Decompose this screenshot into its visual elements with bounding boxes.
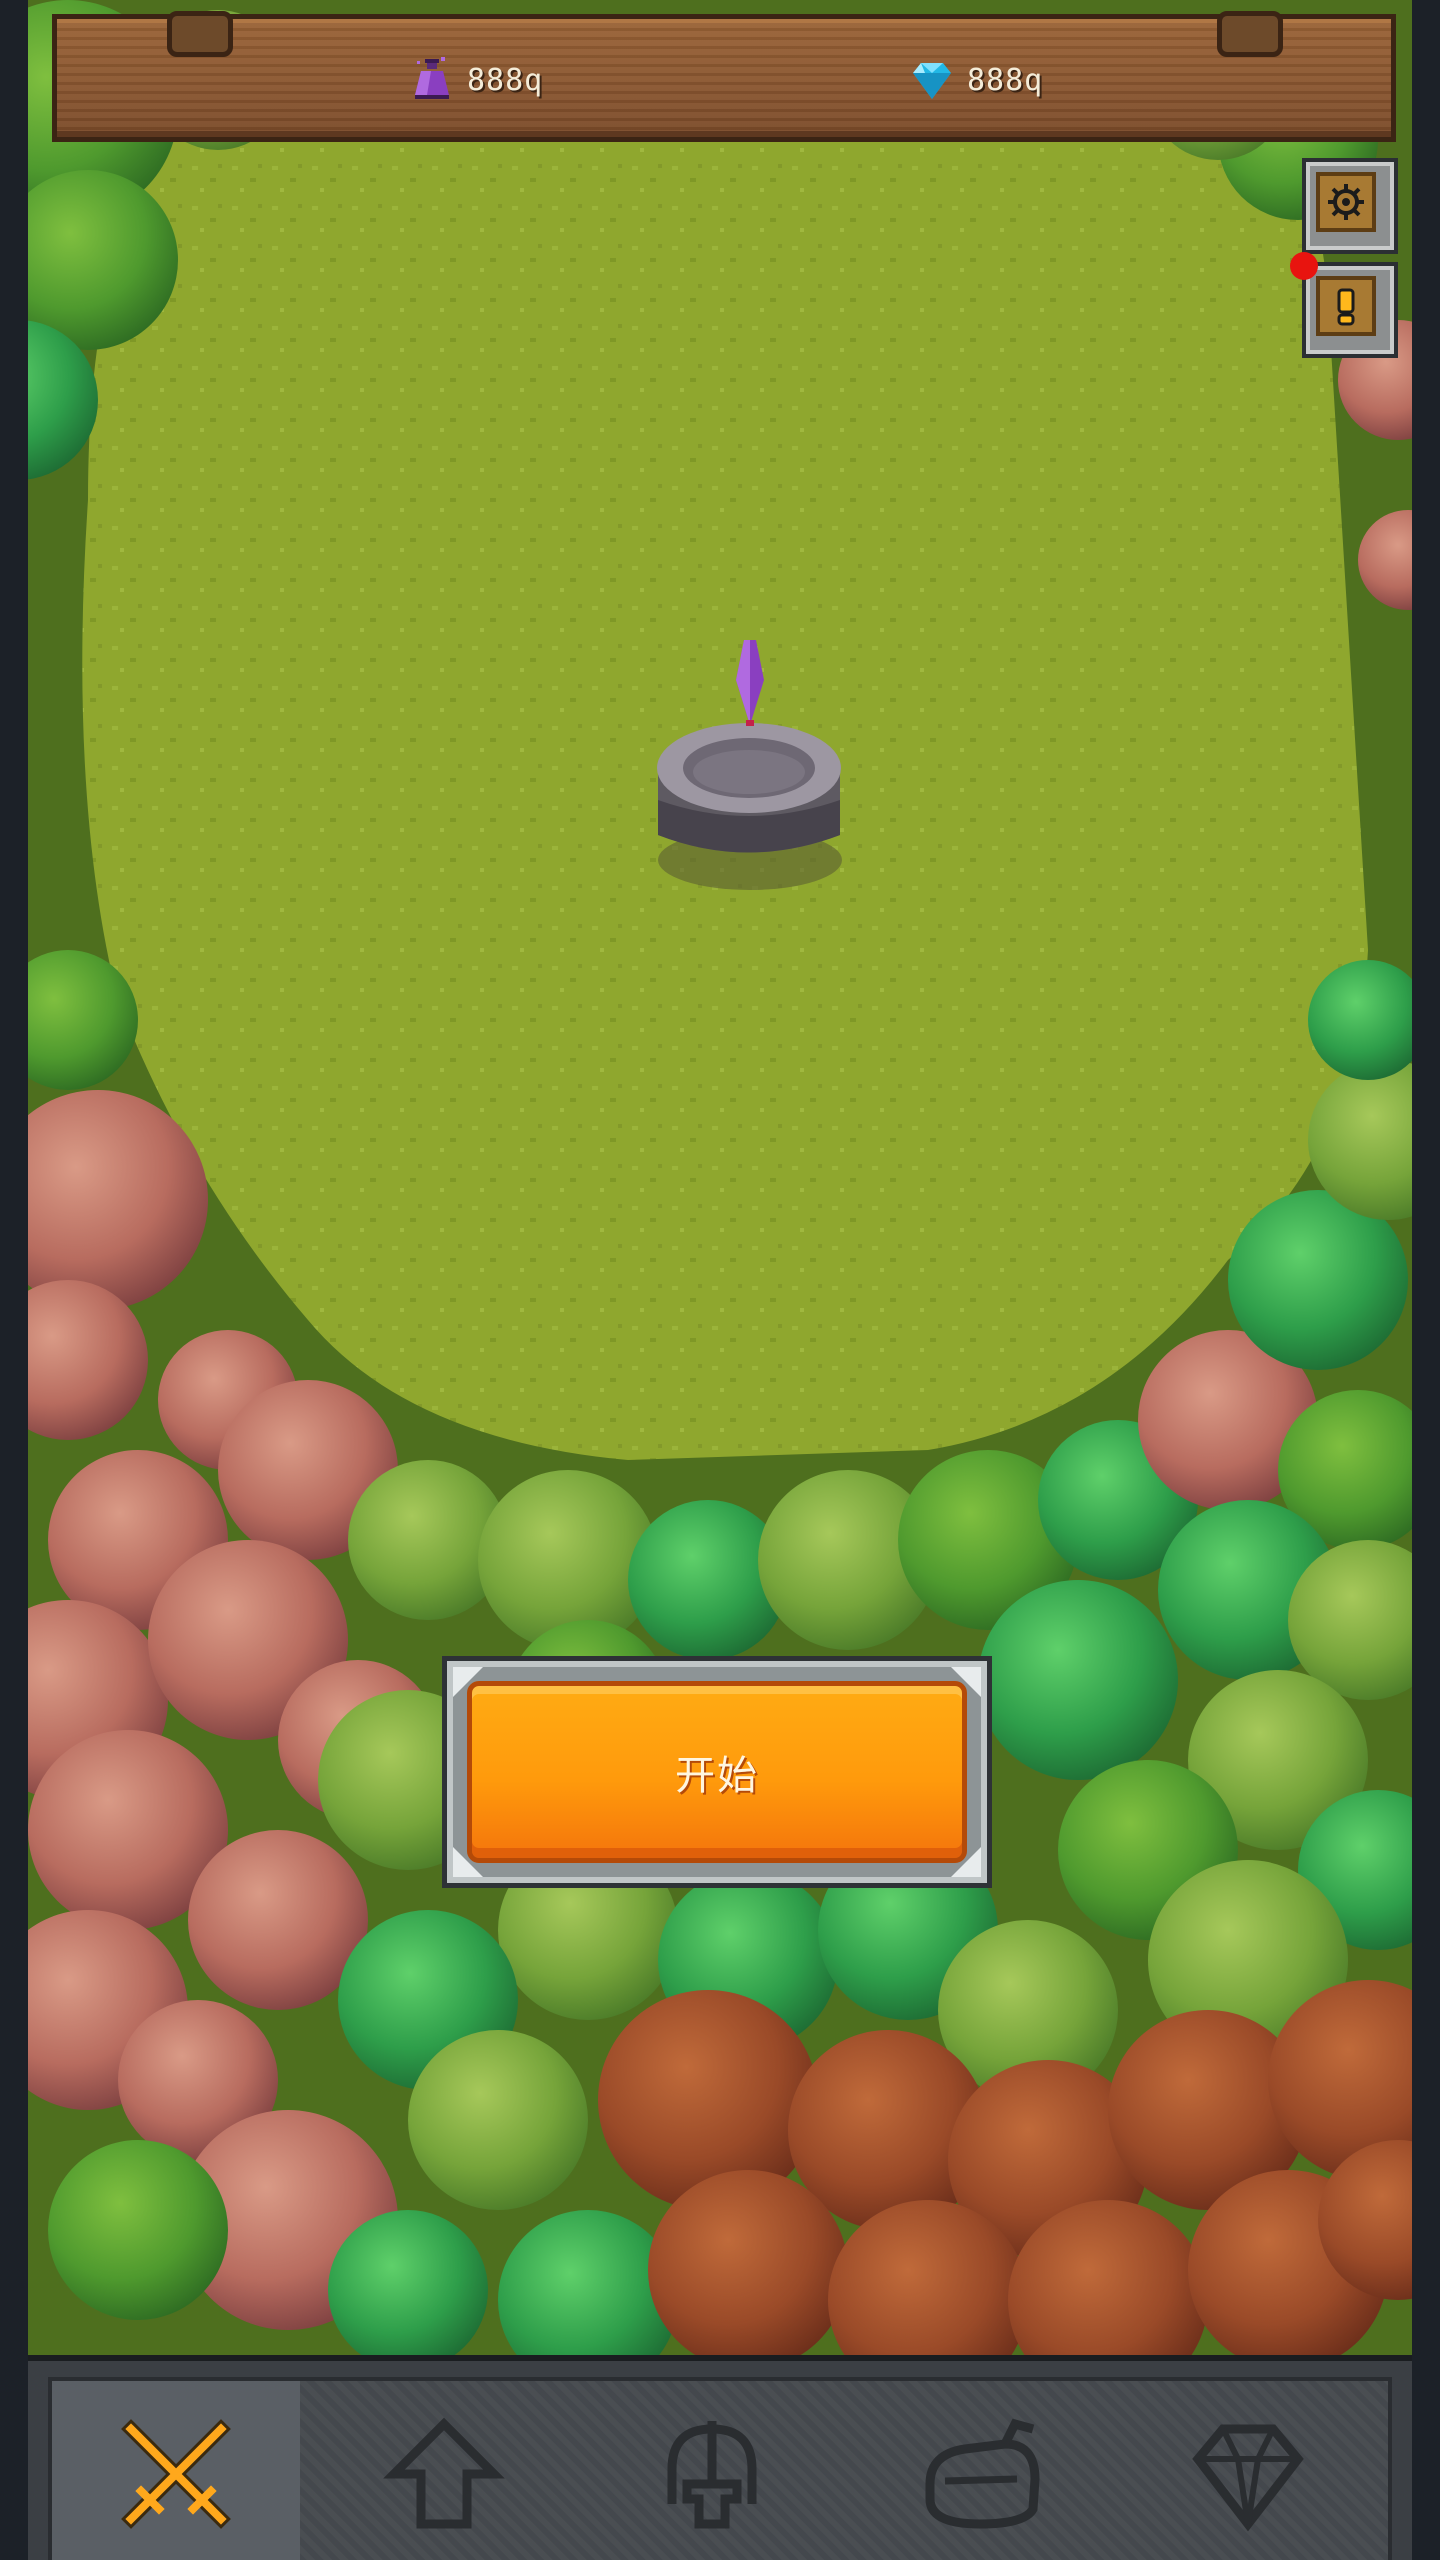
- start-button[interactable]: 开始: [467, 1681, 967, 1863]
- nav-upgrade[interactable]: [320, 2381, 568, 2560]
- wood-knot: [1217, 11, 1283, 57]
- nav-battle[interactable]: [52, 2381, 300, 2560]
- gear-icon: [1328, 184, 1364, 220]
- bag-icon: [925, 2418, 1040, 2529]
- crossed-swords-icon: [121, 2418, 231, 2529]
- resource-bar: 888q 888q: [52, 11, 1396, 142]
- bottom-nav: [28, 2355, 1412, 2560]
- nav-hero[interactable]: [588, 2381, 836, 2560]
- purple-potion-icon: [415, 57, 449, 99]
- forest-clearing-map: [28, 0, 1412, 2355]
- settings-button[interactable]: [1302, 158, 1398, 254]
- potion-amount: 888q: [467, 62, 544, 98]
- diamond-outline-icon: [1192, 2424, 1304, 2531]
- bottom-nav-panel: [48, 2377, 1392, 2560]
- blue-diamond-icon: [913, 63, 951, 99]
- settings-button-face: [1316, 172, 1376, 232]
- gem-amount: 888q: [967, 62, 1044, 98]
- gem-counter: 888q: [907, 55, 1043, 105]
- potion-counter: 888q: [407, 55, 543, 105]
- start-button-label: 开始: [675, 1753, 759, 1799]
- notification-dot: [1290, 252, 1318, 280]
- up-arrow-icon: [383, 2417, 505, 2528]
- notice-button-face: [1316, 276, 1376, 336]
- start-button-frame: 开始: [442, 1656, 992, 1888]
- nav-inventory[interactable]: [856, 2381, 1104, 2560]
- wood-knot: [167, 11, 233, 57]
- game-world: [28, 0, 1412, 2355]
- helmet-icon: [667, 2420, 757, 2528]
- game-screen: 888q 888q 开始: [0, 0, 1440, 2560]
- nav-shop[interactable]: [1124, 2381, 1372, 2560]
- exclamation-icon: [1337, 288, 1355, 326]
- notice-button[interactable]: [1302, 262, 1398, 358]
